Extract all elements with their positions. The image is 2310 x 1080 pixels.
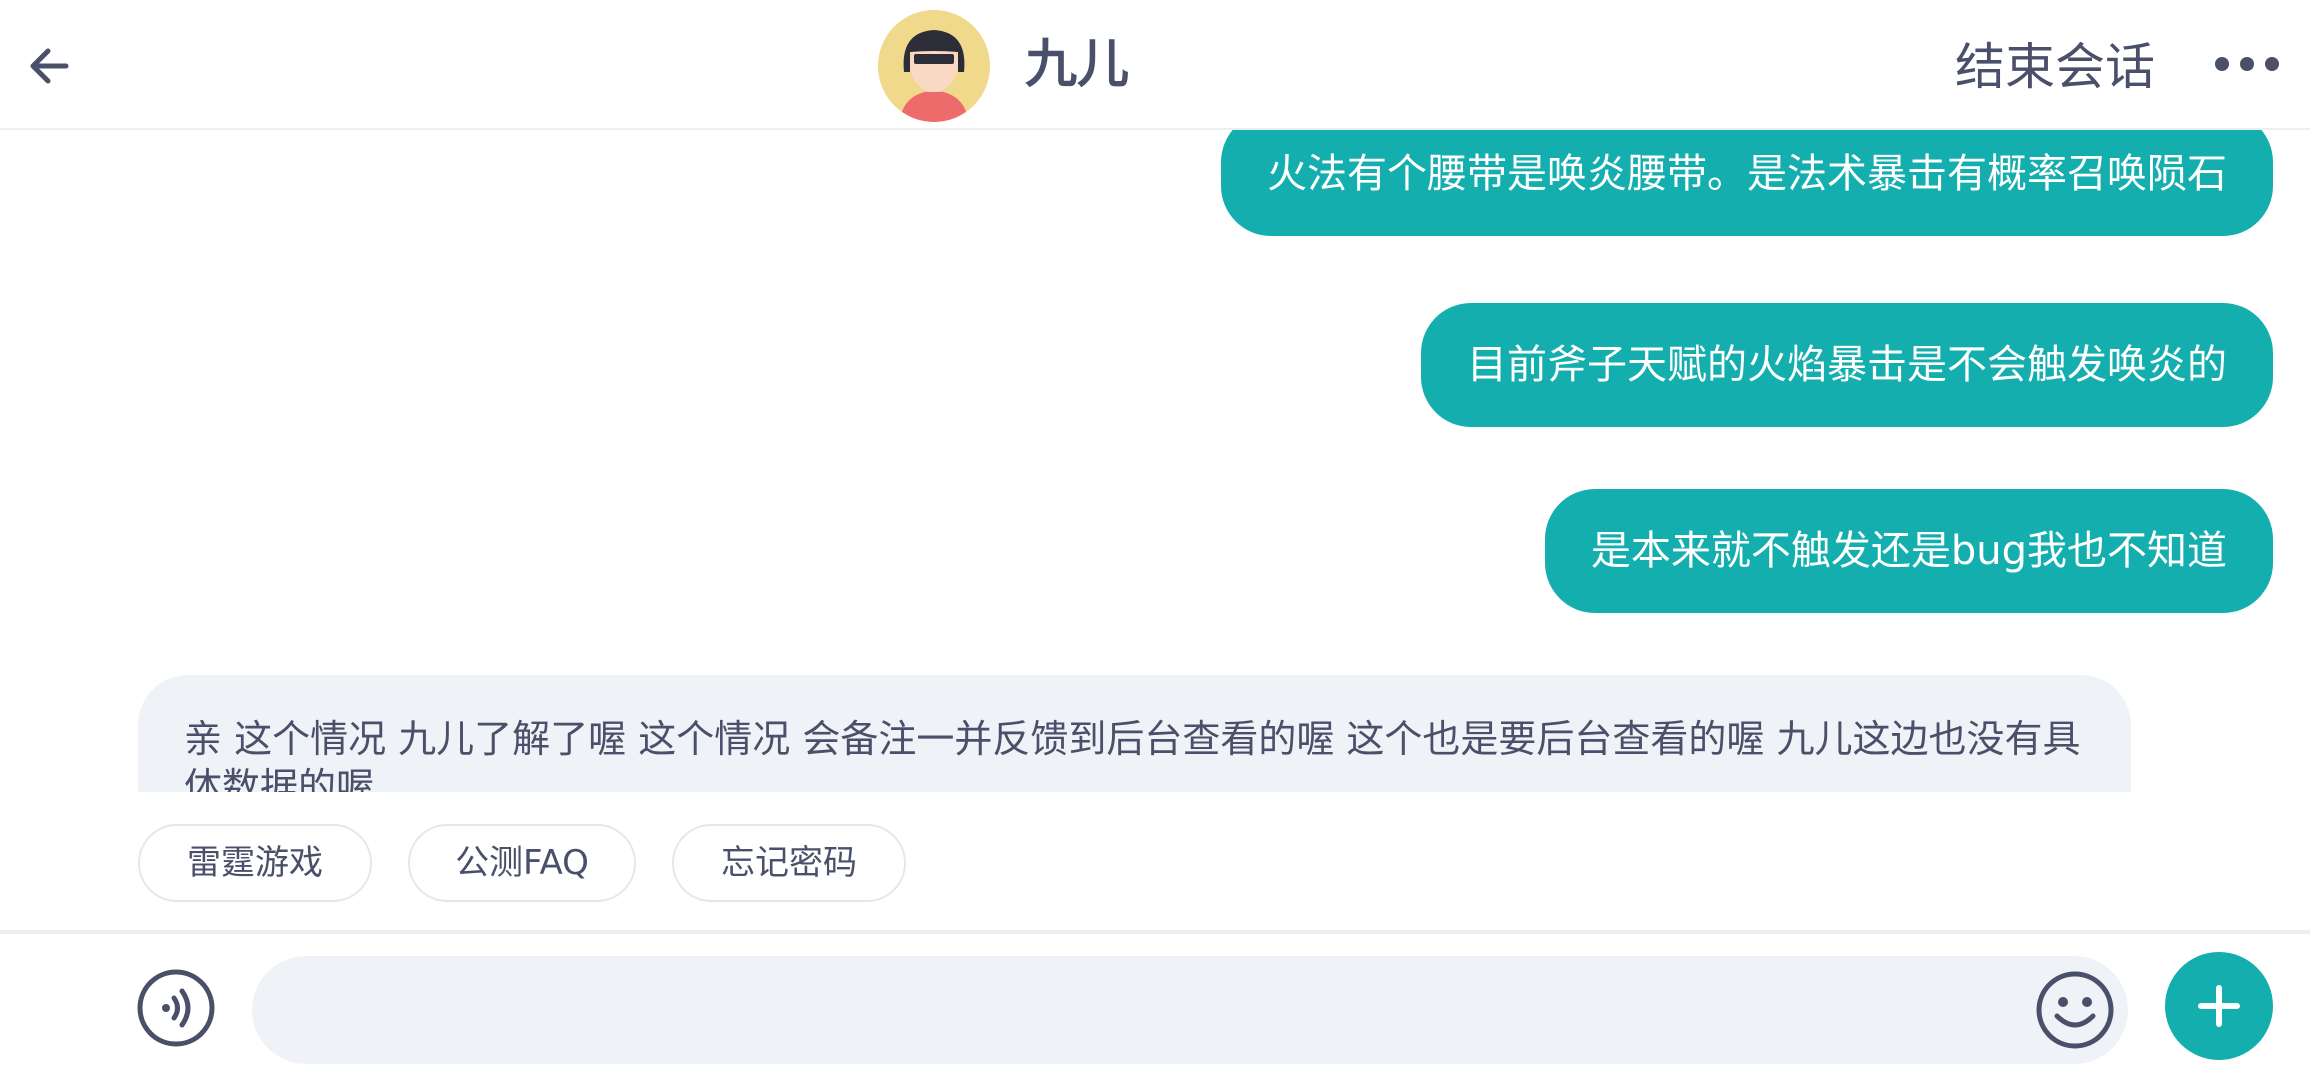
outgoing-message: 是本来就不触发还是bug我也不知道 [1544,489,2273,613]
arrow-left-icon[interactable] [22,38,78,94]
quick-reply-chip[interactable]: 公测FAQ [408,824,636,902]
voice-icon[interactable] [136,968,216,1048]
plus-icon [2198,985,2240,1027]
more-dots-icon[interactable] [2212,42,2282,86]
outgoing-message: 火法有个腰带是唤炎腰带。是法术暴击有概率召唤陨石 [1221,130,2273,236]
quick-reply-bar: 雷霆游戏 公测FAQ 忘记密码 [0,792,2310,932]
chat-header: 九儿 结束会话 [0,0,2310,130]
quick-reply-chip[interactable]: 忘记密码 [672,824,906,902]
chat-title: 九儿 [1025,35,1130,95]
quick-reply-chip[interactable]: 雷霆游戏 [138,824,372,902]
message-list[interactable]: 火法有个腰带是唤炎腰带。是法术暴击有概率召唤陨石 目前斧子天赋的火焰暴击是不会触… [0,130,2310,792]
message-input[interactable] [252,956,2128,1064]
avatar-illustration [878,10,990,122]
agent-avatar[interactable] [878,10,990,122]
add-button[interactable] [2165,952,2273,1060]
composer-bar [0,932,2310,1080]
outgoing-message: 目前斧子天赋的火焰暴击是不会触发唤炎的 [1421,303,2273,427]
end-session-button[interactable]: 结束会话 [1955,32,2155,102]
emoji-icon[interactable] [2035,970,2115,1050]
incoming-message: 亲 这个情况 九儿了解了喔 这个情况 会备注一并反馈到后台查看的喔 这个也是要后… [138,675,2131,792]
